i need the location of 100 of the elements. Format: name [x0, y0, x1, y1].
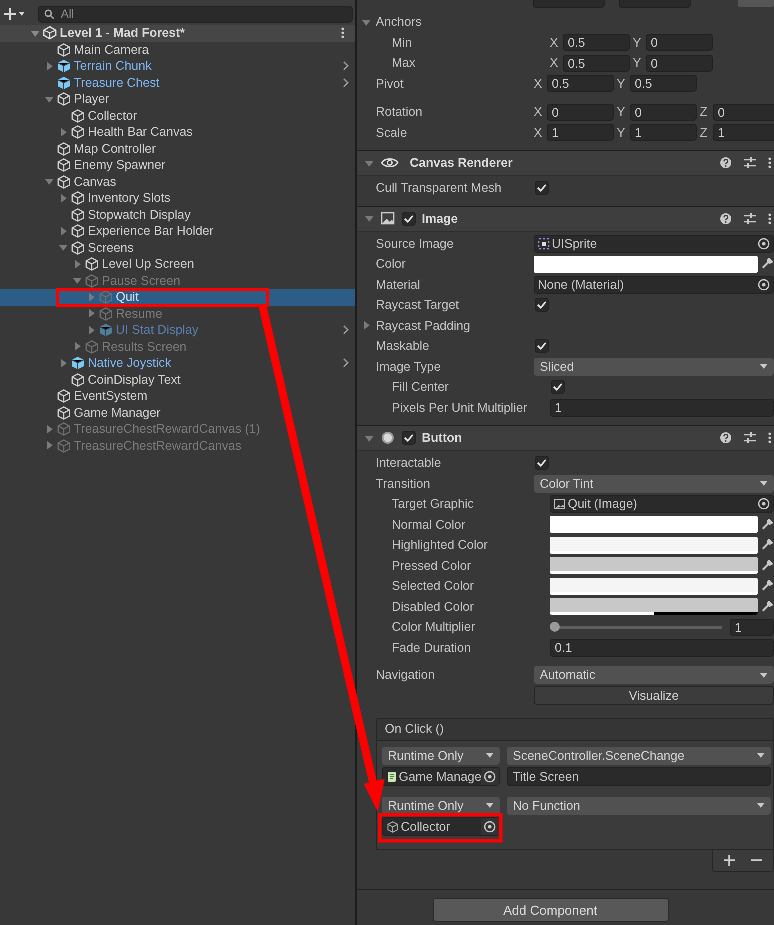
object-field[interactable]: Collector	[382, 817, 500, 836]
number-field[interactable]: 1	[730, 618, 774, 636]
chevron-right-icon[interactable]	[343, 325, 349, 336]
triangle-icon[interactable]	[87, 309, 96, 318]
tree-item[interactable]: Terrain Chunk	[0, 58, 355, 74]
more-icon[interactable]	[768, 432, 772, 444]
tree-item[interactable]: Player	[0, 91, 355, 108]
target-icon[interactable]	[484, 820, 496, 832]
tree-item[interactable]: Map Controller	[0, 140, 355, 157]
dropdown[interactable]: No Function	[507, 796, 771, 814]
color-swatch[interactable]	[550, 598, 758, 616]
component-header[interactable]: Canvas Renderer	[357, 150, 774, 176]
checkbox[interactable]	[535, 181, 549, 196]
chevron-right-icon[interactable]	[343, 358, 349, 368]
triangle-icon[interactable]	[45, 441, 54, 450]
triangle-icon[interactable]	[362, 321, 371, 330]
scene-row[interactable]: Level 1 - Mad Forest*	[0, 25, 355, 42]
number-field[interactable]: 0	[547, 104, 614, 121]
more-icon[interactable]	[768, 212, 772, 224]
object-field[interactable]: None (Material)	[534, 276, 774, 294]
slider-handle[interactable]	[550, 622, 560, 632]
triangle-icon[interactable]	[73, 260, 82, 269]
dropdown[interactable]: Sliced	[534, 358, 774, 376]
number-field[interactable]: 0.5	[547, 75, 614, 92]
number-field[interactable]: 1	[550, 398, 774, 417]
triangle-icon[interactable]	[59, 358, 68, 368]
dropdown[interactable]: Automatic	[534, 666, 774, 684]
checkbox[interactable]	[402, 212, 416, 226]
number-field[interactable]: 1	[547, 124, 614, 142]
color-swatch[interactable]	[534, 256, 758, 273]
target-icon[interactable]	[484, 770, 496, 782]
triangle-icon[interactable]	[365, 214, 374, 223]
color-swatch[interactable]	[550, 516, 758, 534]
more-icon[interactable]	[341, 27, 345, 40]
help-icon[interactable]	[720, 432, 732, 444]
dropdown[interactable]: Runtime Only	[382, 746, 500, 764]
number-field[interactable]: 1	[713, 124, 774, 142]
tree-item[interactable]: Health Bar Canvas	[0, 124, 355, 140]
triangle-icon[interactable]	[73, 342, 82, 352]
eyedropper-icon[interactable]	[761, 580, 773, 592]
number-field[interactable]: 0	[646, 34, 713, 52]
dropdown[interactable]: Runtime Only	[382, 796, 500, 814]
tree-item[interactable]: Native Joystick	[0, 355, 355, 372]
number-field[interactable]: 0.5	[563, 34, 630, 52]
dropdown[interactable]: Color Tint	[534, 474, 774, 493]
eyedropper-icon[interactable]	[761, 539, 773, 552]
tree-item[interactable]: Game Manager	[0, 404, 355, 421]
target-icon[interactable]	[758, 238, 770, 250]
chevron-right-icon[interactable]	[343, 61, 349, 72]
help-icon[interactable]	[720, 212, 732, 224]
foldout-label[interactable]: Raycast Padding	[362, 318, 534, 333]
tree-item[interactable]: Enemy Spawner	[0, 157, 355, 174]
help-icon[interactable]	[720, 157, 732, 169]
triangle-icon[interactable]	[362, 18, 371, 27]
tree-item[interactable]: Screens	[0, 240, 355, 256]
triangle-icon[interactable]	[365, 158, 374, 168]
number-field[interactable]: 0.5	[630, 75, 697, 92]
tree-item[interactable]: Canvas	[0, 174, 355, 190]
foldout-label[interactable]: Anchors	[362, 15, 534, 30]
chevron-right-icon[interactable]	[343, 78, 349, 88]
number-field[interactable]: 0	[713, 104, 774, 121]
eyedropper-icon[interactable]	[761, 560, 773, 572]
tree-item[interactable]: Inventory Slots	[0, 190, 355, 206]
checkbox[interactable]	[535, 339, 549, 354]
triangle-icon[interactable]	[45, 177, 54, 186]
triangle-icon[interactable]	[87, 326, 96, 335]
settings-icon[interactable]	[744, 212, 756, 224]
color-swatch[interactable]	[550, 557, 758, 574]
object-field[interactable]: Game Manage	[382, 767, 500, 786]
target-icon[interactable]	[758, 498, 770, 510]
number-field[interactable]: 0.5	[563, 54, 630, 72]
eyedropper-icon[interactable]	[761, 518, 773, 531]
add-icon[interactable]	[724, 855, 735, 866]
tree-item[interactable]: Treasure Chest	[0, 74, 355, 91]
triangle-icon[interactable]	[31, 28, 40, 38]
triangle-icon[interactable]	[45, 424, 54, 434]
tree-item[interactable]: Main Camera	[0, 42, 355, 58]
checkbox[interactable]	[402, 431, 416, 445]
eyedropper-icon[interactable]	[761, 600, 773, 613]
triangle-icon[interactable]	[59, 226, 68, 236]
number-field[interactable]: 0.1	[550, 638, 774, 657]
more-icon[interactable]	[768, 157, 772, 169]
number-field[interactable]: 0	[630, 104, 697, 121]
color-swatch[interactable]	[550, 536, 758, 554]
tree-item[interactable]: Collector	[0, 108, 355, 124]
component-header[interactable]: Image	[357, 206, 774, 232]
object-field[interactable]: UISprite	[534, 234, 774, 253]
tree-item[interactable]: Experience Bar Holder	[0, 223, 355, 240]
tree-item[interactable]: Stopwatch Display	[0, 206, 355, 223]
color-swatch[interactable]	[550, 578, 758, 595]
visualize-button[interactable]: Visualize	[534, 686, 774, 706]
component-header[interactable]: Button	[357, 425, 774, 451]
triangle-icon[interactable]	[73, 276, 82, 286]
triangle-icon[interactable]	[45, 62, 54, 71]
number-field[interactable]: 1	[630, 124, 697, 142]
checkbox[interactable]	[551, 380, 565, 394]
settings-icon[interactable]	[744, 157, 756, 169]
settings-icon[interactable]	[744, 432, 756, 444]
triangle-icon[interactable]	[365, 434, 374, 442]
triangle-icon[interactable]	[59, 194, 68, 203]
